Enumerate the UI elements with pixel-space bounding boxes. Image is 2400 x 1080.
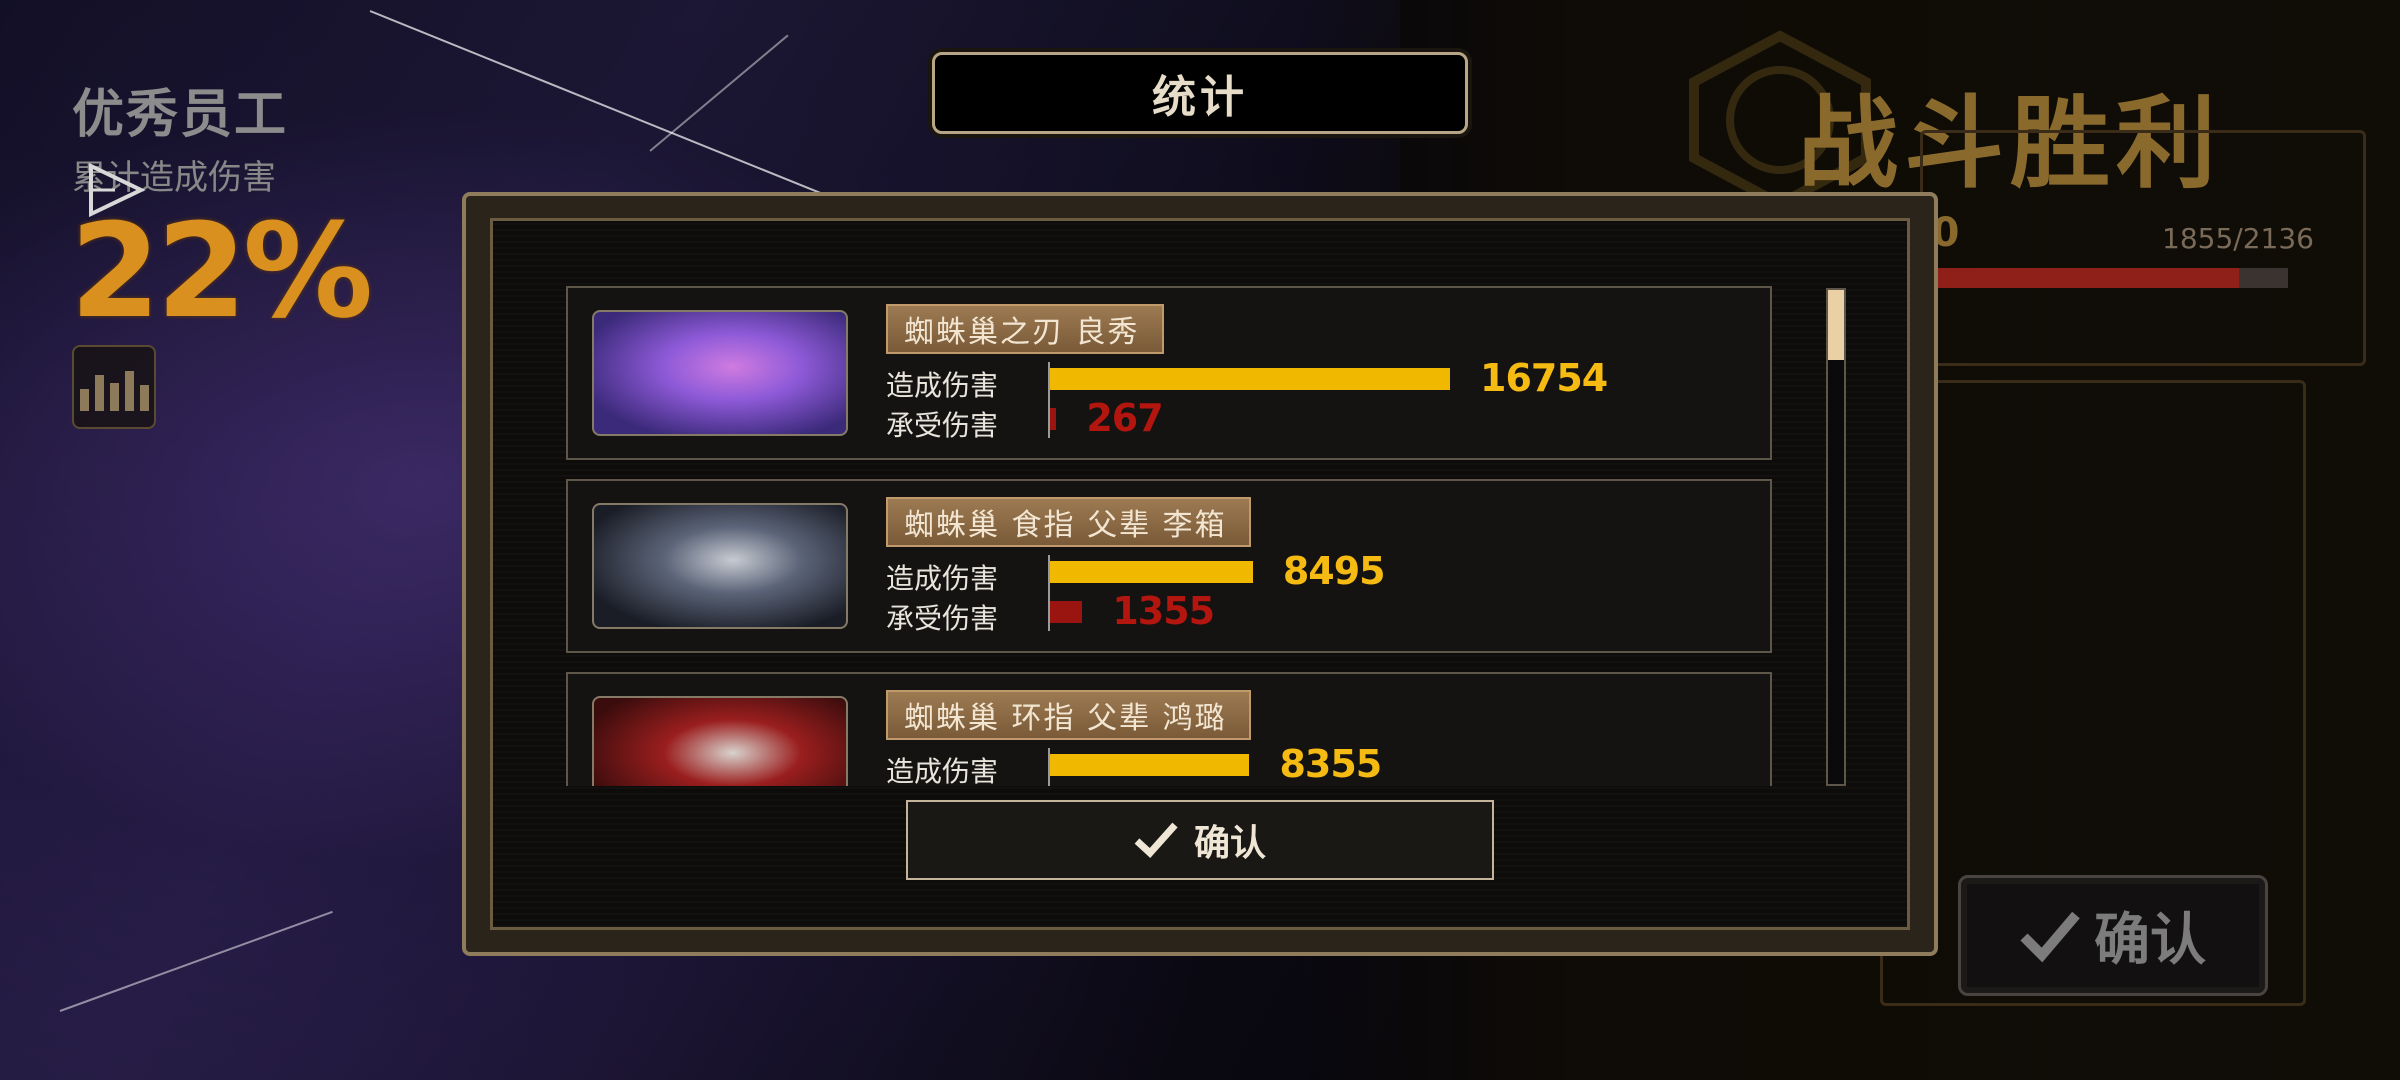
- character-name: 蜘蛛巢 环指 父辈 鸿璐: [886, 690, 1251, 740]
- checkmark-icon: [1134, 822, 1178, 858]
- stats-list[interactable]: 蜘蛛巢之刃 良秀 造成伤害 承受伤害 16754 267 蜘蛛巢 食指 父辈 李箱 造成伤害…: [566, 286, 1772, 786]
- exp-bar: [1918, 268, 2288, 288]
- stat-card[interactable]: 蜘蛛巢 环指 父辈 鸿璐造成伤害承受伤害8355: [566, 672, 1772, 786]
- damage-taken-value: 1355: [1112, 589, 1215, 633]
- damage-dealt-label: 造成伤害: [886, 369, 999, 402]
- stats-dialog-title-text: 统计: [1152, 72, 1248, 123]
- character-portrait: [592, 696, 848, 786]
- bar-chart-icon[interactable]: [72, 345, 156, 429]
- exp-bar-fill: [1918, 268, 2240, 288]
- damage-dealt-bar: [1050, 368, 1450, 390]
- damage-dealt-value: 8495: [1282, 549, 1386, 593]
- stats-confirm-button[interactable]: 确认: [906, 800, 1494, 880]
- mvp-damage-percent: 22%: [70, 195, 373, 347]
- exp-text: 1855/2136: [2162, 222, 2314, 255]
- checkmark-icon: [2020, 911, 2080, 962]
- victory-confirm-button[interactable]: 确认: [1958, 875, 2268, 996]
- stat-card[interactable]: 蜘蛛巢 食指 父辈 李箱造成伤害承受伤害 8495 1355: [566, 479, 1772, 653]
- damage-taken-bar: [1050, 601, 1083, 623]
- stat-card[interactable]: 蜘蛛巢之刃 良秀造成伤害承受伤害 16754 267: [566, 286, 1772, 460]
- character-name: 蜘蛛巢之刃 良秀: [886, 304, 1164, 354]
- stats-confirm-label: 确认: [1193, 823, 1266, 864]
- character-portrait: [592, 503, 848, 629]
- character-name: 蜘蛛巢 食指 父辈 李箱: [886, 497, 1251, 547]
- damage-dealt-bar: [1050, 561, 1253, 583]
- damage-dealt-bar: [1050, 754, 1250, 776]
- damage-taken-bar: [1050, 408, 1057, 430]
- stats-scrollbar[interactable]: [1826, 288, 1846, 786]
- character-portrait: [592, 310, 848, 436]
- damage-dealt-label: 造成伤害: [886, 755, 999, 786]
- damage-taken-label: 承受伤害: [886, 409, 999, 442]
- damage-dealt-value: 16754: [1480, 356, 1608, 400]
- damage-taken-value: 267: [1086, 396, 1163, 440]
- stats-dialog-title: 统计: [932, 52, 1468, 134]
- damage-dealt-value: 8355: [1279, 742, 1382, 786]
- victory-confirm-label: 确认: [2094, 908, 2206, 973]
- mvp-title: 优秀员工: [72, 85, 289, 145]
- damage-dealt-label: 造成伤害: [886, 562, 999, 595]
- damage-taken-label: 承受伤害: [886, 602, 999, 635]
- scrollbar-thumb[interactable]: [1828, 290, 1844, 360]
